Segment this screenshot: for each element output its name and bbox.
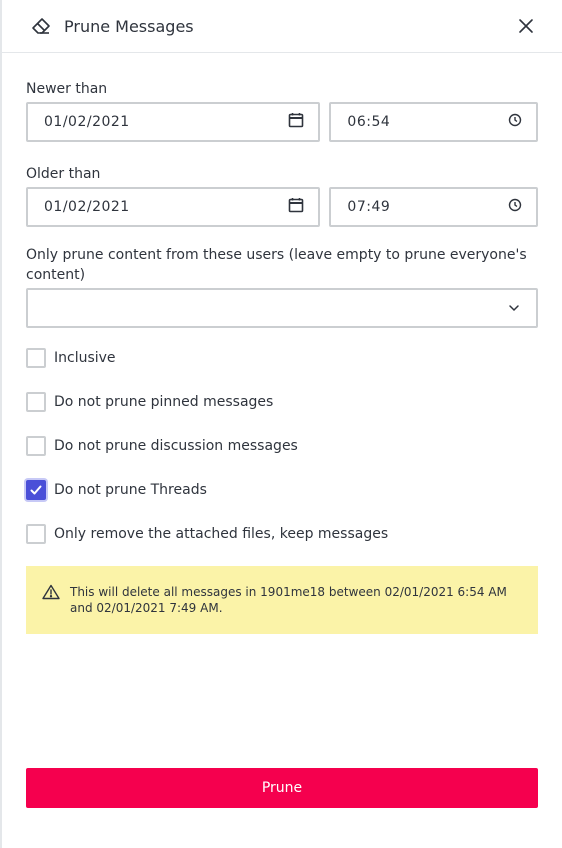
prune-messages-panel: Prune Messages Newer than 01/02/2021 06:…	[0, 0, 562, 848]
files-only-checkbox[interactable]: Only remove the attached files, keep mes…	[26, 524, 538, 544]
newer-than-label: Newer than	[26, 81, 108, 97]
older-date-value: 01/02/2021	[44, 199, 130, 215]
checkbox-label: Do not prune pinned messages	[54, 394, 274, 410]
warning-icon	[42, 584, 60, 602]
close-icon[interactable]	[514, 14, 538, 38]
checkbox-box[interactable]	[26, 480, 46, 500]
checkbox-box[interactable]	[26, 348, 46, 368]
skip-threads-checkbox[interactable]: Do not prune Threads	[26, 480, 538, 500]
older-time-value: 07:49	[347, 199, 391, 215]
checkbox-box[interactable]	[26, 524, 46, 544]
checkbox-box[interactable]	[26, 392, 46, 412]
panel-header: Prune Messages	[2, 0, 562, 53]
chevron-down-icon[interactable]	[508, 299, 520, 318]
checkbox-box[interactable]	[26, 436, 46, 456]
prune-button[interactable]: Prune	[26, 768, 538, 808]
checkbox-label: Do not prune discussion messages	[54, 438, 298, 454]
checkbox-label: Do not prune Threads	[54, 482, 207, 498]
options-list: Inclusive Do not prune pinned messages D…	[26, 348, 538, 544]
newer-date-input[interactable]: 01/02/2021	[26, 102, 321, 142]
older-time-input[interactable]: 07:49	[329, 187, 538, 227]
panel-content: Newer than 01/02/2021 06:54 Older than 0…	[2, 53, 562, 634]
users-select[interactable]	[26, 288, 538, 328]
checkbox-label: Inclusive	[54, 350, 116, 366]
newer-date-value: 01/02/2021	[44, 114, 130, 130]
skip-discussion-checkbox[interactable]: Do not prune discussion messages	[26, 436, 538, 456]
warning-callout: This will delete all messages in 1901me1…	[26, 566, 538, 634]
eraser-icon	[30, 15, 52, 37]
calendar-icon[interactable]	[288, 112, 304, 132]
users-filter-group: Only prune content from these users (lea…	[26, 245, 538, 328]
older-than-label: Older than	[26, 166, 101, 182]
panel-title: Prune Messages	[64, 16, 194, 36]
inclusive-checkbox[interactable]: Inclusive	[26, 348, 538, 368]
skip-pinned-checkbox[interactable]: Do not prune pinned messages	[26, 392, 538, 412]
newer-than-group: Newer than 01/02/2021 06:54	[26, 79, 538, 142]
newer-time-value: 06:54	[347, 114, 391, 130]
older-than-group: Older than 01/02/2021 07:49	[26, 164, 538, 227]
clock-icon[interactable]	[508, 113, 522, 131]
checkmark-icon	[30, 485, 42, 495]
clock-icon[interactable]	[508, 198, 522, 216]
warning-text: This will delete all messages in 1901me1…	[70, 585, 507, 615]
calendar-icon[interactable]	[288, 197, 304, 217]
checkbox-label: Only remove the attached files, keep mes…	[54, 526, 389, 542]
users-filter-label: Only prune content from these users (lea…	[26, 247, 527, 283]
older-date-input[interactable]: 01/02/2021	[26, 187, 321, 227]
newer-time-input[interactable]: 06:54	[329, 102, 538, 142]
